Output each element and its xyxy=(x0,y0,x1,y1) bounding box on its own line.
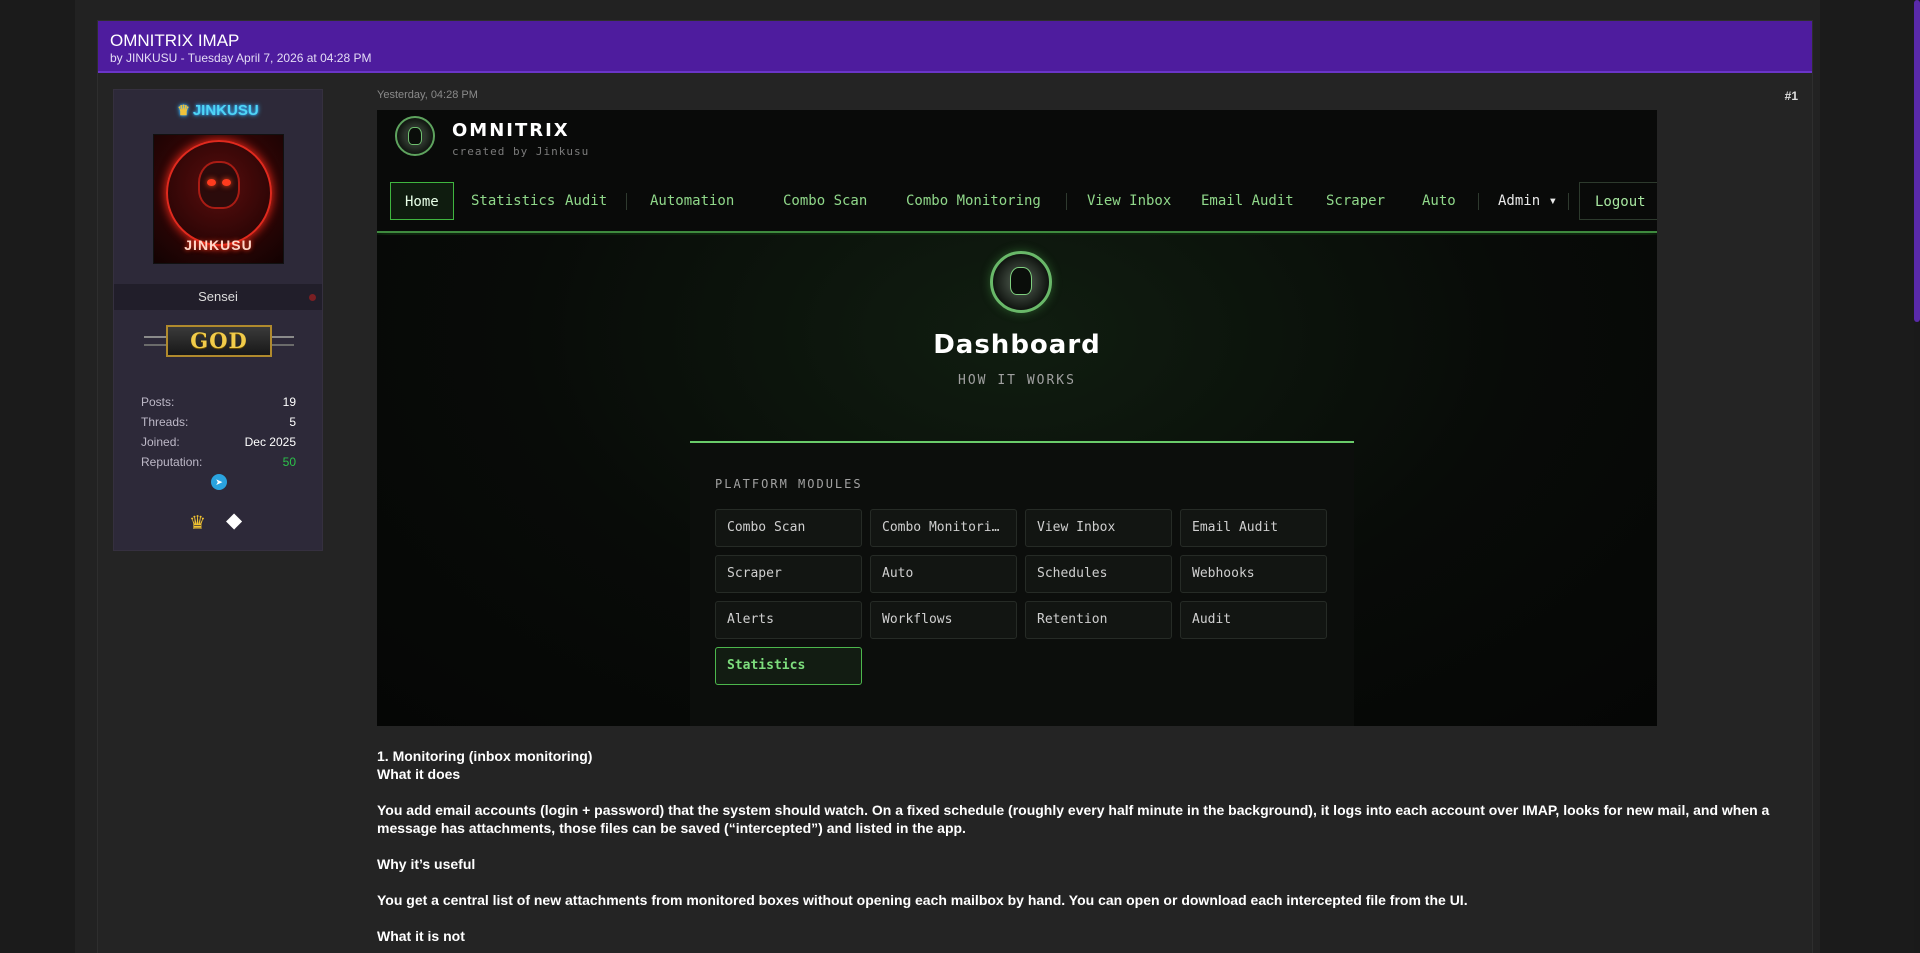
scrollbar-thumb[interactable] xyxy=(1914,0,1920,322)
app-title: OMNITRIX xyxy=(452,120,570,141)
nav-combo-monitoring[interactable]: Combo Monitoring xyxy=(906,182,1041,220)
stat-joined: Joined: Dec 2025 xyxy=(141,432,296,452)
page-scrollbar[interactable] xyxy=(1914,0,1920,953)
post-date: Yesterday, 04:28 PM xyxy=(377,89,478,101)
post-body: 1. Monitoring (inbox monitoring) What it… xyxy=(377,747,1777,945)
nav-auto[interactable]: Auto xyxy=(1422,182,1456,220)
app-logo-icon xyxy=(395,116,435,156)
nav-home[interactable]: Home xyxy=(390,182,454,220)
thread-byline: by JINKUSU - Tuesday April 7, 2026 at 04… xyxy=(110,51,372,65)
author-stats: Posts: 19 Threads: 5 Joined: Dec 2025 Re… xyxy=(141,392,296,472)
module-combo-scan[interactable]: Combo Scan xyxy=(715,509,862,547)
section-title: 1. Monitoring (inbox monitoring) xyxy=(377,748,593,764)
module-combo-monitoring[interactable]: Combo Monitoring xyxy=(870,509,1017,547)
what-it-does-text: You add email accounts (login + password… xyxy=(377,802,1770,836)
module-schedules[interactable]: Schedules xyxy=(1025,555,1172,593)
module-alerts[interactable]: Alerts xyxy=(715,601,862,639)
stat-posts: Posts: 19 xyxy=(141,392,296,412)
stat-value: 19 xyxy=(282,395,296,409)
app-logo-figure xyxy=(408,127,422,145)
user-title-bar: Sensei xyxy=(114,284,322,310)
diamond-award-icon: ◆ xyxy=(226,509,243,532)
user-title: Sensei xyxy=(198,289,238,304)
embedded-screenshot: OMNITRIX created by Jinkusu Home Statist… xyxy=(377,110,1657,726)
dashboard-body: Dashboard HOW IT WORKS PLATFORM MODULES … xyxy=(377,235,1657,726)
stat-label: Posts: xyxy=(141,395,175,409)
what-it-does-label: What it does xyxy=(377,766,461,782)
app-subtitle: created by Jinkusu xyxy=(452,145,590,158)
thread-title: OMNITRIX IMAP xyxy=(110,31,240,50)
nav-logout-button[interactable]: Logout xyxy=(1579,182,1657,220)
page: OMNITRIX IMAP by JINKUSU - Tuesday April… xyxy=(75,0,1820,953)
nav-combo-scan[interactable]: Combo Scan xyxy=(783,182,867,220)
stat-value: Dec 2025 xyxy=(244,435,296,449)
module-statistics[interactable]: Statistics xyxy=(715,647,862,685)
crown-award-icon: ♛ xyxy=(189,513,207,534)
module-audit[interactable]: Audit xyxy=(1180,601,1327,639)
dashboard-logo-figure xyxy=(1010,267,1032,295)
nav-view-inbox[interactable]: View Inbox xyxy=(1087,182,1171,220)
thread-header: OMNITRIX IMAP by JINKUSU - Tuesday April… xyxy=(98,21,1812,73)
avatar-text: JINKUSU xyxy=(184,237,253,253)
nav-divider xyxy=(626,193,627,210)
nav-divider xyxy=(1478,193,1479,210)
nav-statistics[interactable]: Statistics xyxy=(471,182,555,220)
nav-audit[interactable]: Audit xyxy=(565,182,607,220)
stat-value[interactable]: 50 xyxy=(283,452,296,472)
module-scraper[interactable]: Scraper xyxy=(715,555,862,593)
thread-container: OMNITRIX IMAP by JINKUSU - Tuesday April… xyxy=(97,20,1813,953)
nav-admin-dropdown[interactable]: Admin ▾ xyxy=(1498,182,1557,220)
modules-heading: PLATFORM MODULES xyxy=(715,477,863,491)
stat-threads: Threads: 5 xyxy=(141,412,296,432)
crown-icon: ♛ xyxy=(177,102,190,118)
why-label: Why it’s useful xyxy=(377,856,476,872)
offline-status-icon xyxy=(309,294,316,301)
nav-scraper[interactable]: Scraper xyxy=(1326,182,1385,220)
nav-email-audit[interactable]: Email Audit xyxy=(1201,182,1294,220)
module-webhooks[interactable]: Webhooks xyxy=(1180,555,1327,593)
module-view-inbox[interactable]: View Inbox xyxy=(1025,509,1172,547)
stat-value: 5 xyxy=(289,415,296,429)
app-header: OMNITRIX created by Jinkusu Home Statist… xyxy=(377,110,1657,233)
telegram-icon[interactable]: ➤ xyxy=(211,474,227,490)
author-username[interactable]: ♛ JINKUSU xyxy=(114,102,322,119)
module-auto[interactable]: Auto xyxy=(870,555,1017,593)
skull-icon xyxy=(198,161,240,209)
stat-label: Threads: xyxy=(141,415,189,429)
not-label: What it is not xyxy=(377,928,465,944)
stat-reputation: Reputation: 50 xyxy=(141,452,296,472)
dashboard-subtitle: HOW IT WORKS xyxy=(958,373,1076,388)
platform-modules-card: PLATFORM MODULES Combo Scan Combo Monito… xyxy=(690,441,1354,726)
post-number-link[interactable]: #1 xyxy=(1785,89,1798,103)
rank-badge: GOD xyxy=(144,322,294,362)
dashboard-logo-icon xyxy=(990,251,1052,313)
dashboard-title: Dashboard xyxy=(933,330,1101,360)
module-email-audit[interactable]: Email Audit xyxy=(1180,509,1327,547)
stat-label: Reputation: xyxy=(141,455,203,469)
module-workflows[interactable]: Workflows xyxy=(870,601,1017,639)
eye-right xyxy=(222,179,231,186)
why-text: You get a central list of new attachment… xyxy=(377,892,1468,908)
eye-left xyxy=(207,179,216,186)
nav-automation[interactable]: Automation xyxy=(650,182,734,220)
module-retention[interactable]: Retention xyxy=(1025,601,1172,639)
rank-badge-label: GOD xyxy=(166,325,272,357)
author-name[interactable]: JINKUSU xyxy=(193,102,259,119)
stat-label: Joined: xyxy=(141,435,180,449)
nav-divider xyxy=(1568,193,1569,210)
nav-divider xyxy=(1066,193,1067,210)
avatar[interactable]: JINKUSU xyxy=(153,134,284,264)
author-panel: ♛ JINKUSU JINKUSU Sensei GOD Posts: 19 T… xyxy=(113,89,323,551)
